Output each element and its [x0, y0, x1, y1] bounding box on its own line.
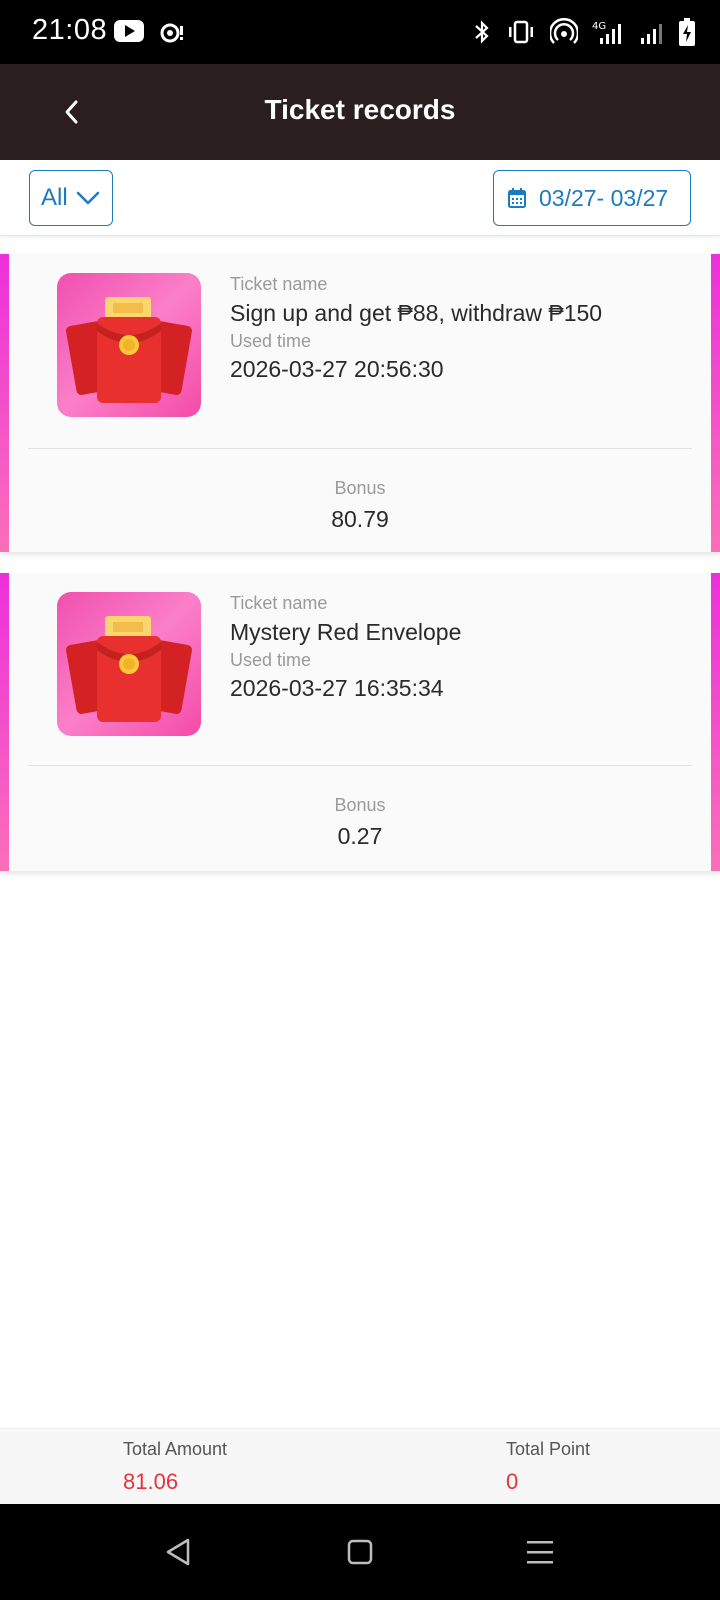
calendar-icon: [508, 188, 526, 208]
menu-nav-icon: [527, 1541, 553, 1564]
date-range-picker[interactable]: 03/27- 03/27: [493, 170, 691, 226]
type-filter-label: All: [41, 184, 68, 211]
bonus-value: 0.27: [337, 823, 383, 849]
used-time-label: Used time: [230, 650, 312, 670]
type-filter-dropdown[interactable]: All: [29, 170, 113, 226]
used-time-label: Used time: [230, 331, 312, 351]
bluetooth-icon: [475, 20, 489, 44]
total-point-label: Total Point: [506, 1439, 591, 1459]
battery-charging-icon: [679, 18, 695, 46]
menu-nav-button[interactable]: [518, 1530, 562, 1574]
total-amount-value: 81.06: [123, 1469, 179, 1494]
ticket-name: Mystery Red Envelope: [230, 619, 462, 645]
bonus-value: 80.79: [331, 506, 389, 532]
red-envelope-icon: [57, 592, 201, 736]
used-time: 2026-03-27 20:56:30: [230, 356, 444, 382]
youtube-icon: [114, 20, 144, 42]
home-nav-button[interactable]: [338, 1530, 382, 1574]
vibrate-icon: [509, 20, 533, 44]
ticket-record-card[interactable]: Ticket name Sign up and get ₱88, withdra…: [0, 254, 720, 552]
status-icons: 4G: [472, 16, 696, 48]
total-amount-label: Total Amount: [123, 1439, 228, 1459]
app-header: Ticket records: [0, 64, 720, 160]
hotspot-icon: [550, 18, 578, 44]
totals-bar: Total Amount 81.06 Total Point 0: [0, 1428, 720, 1504]
ticket-name: Sign up and get ₱88, withdraw ₱150: [230, 300, 603, 326]
bonus-label: Bonus: [334, 795, 386, 815]
signal-icon: [641, 24, 662, 44]
bonus-label: Bonus: [334, 478, 386, 498]
notification-icon: [158, 20, 186, 49]
signal-4g-icon: 4G: [592, 21, 621, 44]
back-nav-icon: [166, 1538, 190, 1566]
card-divider: [28, 448, 692, 449]
red-envelope-icon: [57, 273, 201, 417]
status-time: 21:08: [32, 14, 108, 46]
home-nav-icon: [347, 1539, 373, 1565]
chevron-down-icon: [76, 191, 99, 205]
used-time: 2026-03-27 16:35:34: [230, 675, 444, 701]
date-range-label: 03/27- 03/27: [539, 184, 669, 211]
status-bar: 21:08 4G: [0, 0, 720, 64]
system-nav-bar: [0, 1504, 720, 1600]
filter-bar: All 03/27- 03/27: [0, 160, 720, 236]
ticket-name-label: Ticket name: [230, 274, 328, 294]
card-divider: [28, 765, 692, 766]
back-nav-button[interactable]: [156, 1530, 200, 1574]
page-title: Ticket records: [264, 94, 456, 125]
svg-text:4G: 4G: [592, 21, 606, 32]
ticket-record-card[interactable]: Ticket name Mystery Red Envelope Used ti…: [0, 573, 720, 871]
ticket-name-label: Ticket name: [230, 593, 328, 613]
total-point-value: 0: [506, 1469, 519, 1494]
